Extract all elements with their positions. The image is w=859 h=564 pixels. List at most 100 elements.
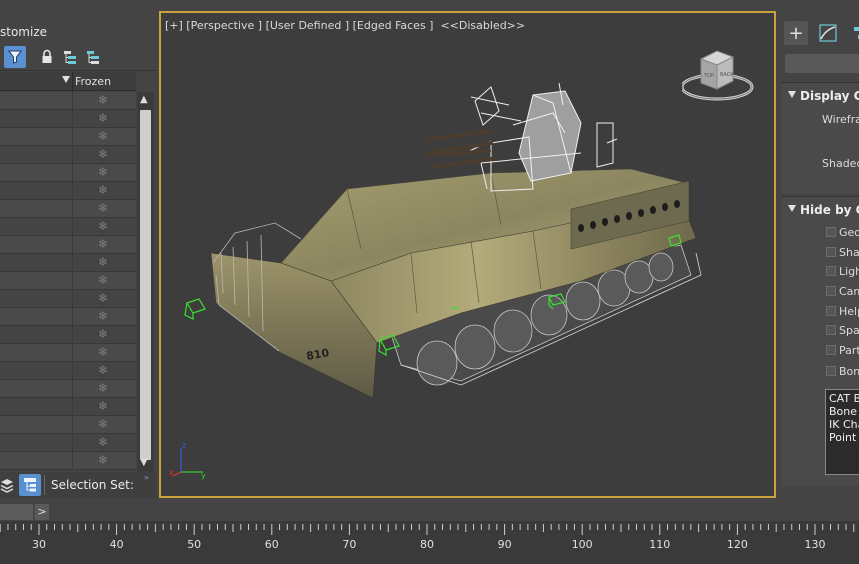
frame-field[interactable] bbox=[0, 504, 33, 520]
hide-cameras-checkbox[interactable]: Cam bbox=[826, 283, 859, 299]
checkbox[interactable] bbox=[826, 306, 836, 316]
table-row[interactable]: ❄ bbox=[0, 110, 136, 128]
layers-icon[interactable] bbox=[0, 476, 14, 494]
frozen-toggle-icon[interactable]: ❄ bbox=[98, 111, 108, 125]
table-row[interactable]: ❄ bbox=[0, 218, 136, 236]
object-name-field[interactable] bbox=[785, 54, 859, 73]
axis-tripod: z x y bbox=[169, 441, 206, 480]
frozen-toggle-icon[interactable]: ❄ bbox=[98, 273, 108, 287]
command-panel-tabs: + bbox=[782, 21, 859, 47]
frozen-toggle-icon[interactable]: ❄ bbox=[98, 219, 108, 233]
modify-icon bbox=[819, 24, 837, 42]
table-row[interactable]: ❄ bbox=[0, 290, 136, 308]
checkbox[interactable] bbox=[826, 345, 836, 355]
frozen-toggle-icon[interactable]: ❄ bbox=[98, 417, 108, 431]
scroll-up-icon[interactable]: ▲ bbox=[140, 94, 148, 105]
scene-explorer-scrollbar[interactable]: ▲ ▼ bbox=[137, 92, 154, 472]
table-row[interactable]: ❄ bbox=[0, 182, 136, 200]
frozen-toggle-icon[interactable]: ❄ bbox=[98, 255, 108, 269]
hide-geometry-checkbox[interactable]: Geor bbox=[826, 224, 859, 240]
frozen-toggle-icon[interactable]: ❄ bbox=[98, 345, 108, 359]
checkbox[interactable] bbox=[826, 266, 836, 276]
table-row[interactable]: ❄ bbox=[0, 146, 136, 164]
scroll-thumb[interactable] bbox=[140, 110, 151, 460]
menu-customize[interactable]: stomize bbox=[0, 25, 47, 39]
checkbox[interactable] bbox=[826, 227, 836, 237]
frozen-toggle-icon[interactable]: ❄ bbox=[98, 381, 108, 395]
frozen-toggle-icon[interactable]: ❄ bbox=[98, 147, 108, 161]
table-row[interactable]: ❄ bbox=[0, 92, 136, 110]
table-row[interactable]: ❄ bbox=[0, 200, 136, 218]
table-row[interactable]: ❄ bbox=[0, 344, 136, 362]
table-row[interactable]: ❄ bbox=[0, 272, 136, 290]
table-row[interactable]: ❄ bbox=[0, 326, 136, 344]
hide-particles-checkbox[interactable]: Part bbox=[826, 342, 859, 358]
column-frozen-label[interactable]: Frozen bbox=[75, 75, 111, 88]
sort-by-hierarchy-button[interactable] bbox=[19, 474, 41, 496]
column-header[interactable]: Frozen bbox=[0, 72, 136, 91]
column-divider bbox=[72, 308, 73, 326]
filter-button[interactable] bbox=[4, 46, 26, 68]
collapse-arrow-icon bbox=[788, 91, 796, 98]
timeline-tick-label: 50 bbox=[187, 538, 202, 551]
table-row[interactable]: ❄ bbox=[0, 434, 136, 452]
table-row[interactable]: ❄ bbox=[0, 236, 136, 254]
frozen-toggle-icon[interactable]: ❄ bbox=[98, 399, 108, 413]
display-color-rollout-title[interactable]: Display Co bbox=[788, 89, 859, 103]
scroll-down-icon[interactable]: ▼ bbox=[140, 457, 148, 468]
hierarchy-select-button[interactable] bbox=[59, 46, 81, 68]
table-row[interactable]: ❄ bbox=[0, 164, 136, 182]
plus-icon[interactable]: + bbox=[784, 21, 808, 45]
checkbox[interactable] bbox=[826, 286, 836, 296]
category-list-box[interactable]: CAT B Bone IK Cha Point bbox=[825, 389, 859, 475]
frozen-toggle-icon[interactable]: ❄ bbox=[98, 435, 108, 449]
table-row[interactable]: ❄ bbox=[0, 380, 136, 398]
list-item[interactable]: CAT B bbox=[829, 392, 859, 405]
expand-chevron-icon[interactable]: » bbox=[144, 473, 149, 482]
table-row[interactable]: ❄ bbox=[0, 416, 136, 434]
table-row[interactable]: ❄ bbox=[0, 128, 136, 146]
hide-by-category-rollout-title[interactable]: Hide by Ca bbox=[788, 203, 859, 217]
next-frame-button[interactable]: > bbox=[35, 504, 49, 520]
hierarchy-children-button[interactable] bbox=[82, 46, 104, 68]
checkbox[interactable] bbox=[826, 247, 836, 257]
frozen-toggle-icon[interactable]: ❄ bbox=[98, 453, 108, 467]
hide-spacewarps-checkbox[interactable]: Spac bbox=[826, 322, 859, 338]
viewcube[interactable]: TOP BACK bbox=[682, 43, 756, 105]
list-item[interactable]: Bone bbox=[829, 405, 859, 418]
hide-helpers-checkbox[interactable]: Help bbox=[826, 303, 859, 319]
column-divider bbox=[72, 254, 73, 272]
frozen-toggle-icon[interactable]: ❄ bbox=[98, 183, 108, 197]
checkbox[interactable] bbox=[826, 366, 836, 376]
frozen-toggle-icon[interactable]: ❄ bbox=[98, 237, 108, 251]
frozen-toggle-icon[interactable]: ❄ bbox=[98, 93, 108, 107]
table-row[interactable]: ❄ bbox=[0, 452, 136, 470]
hide-shapes-checkbox[interactable]: Shap bbox=[826, 244, 859, 260]
timeline-tick-label: 90 bbox=[497, 538, 512, 551]
column-divider bbox=[72, 380, 73, 398]
table-row[interactable]: ❄ bbox=[0, 362, 136, 380]
frozen-toggle-icon[interactable]: ❄ bbox=[98, 201, 108, 215]
column-divider bbox=[72, 290, 73, 308]
list-item[interactable]: Point bbox=[829, 431, 859, 444]
frozen-toggle-icon[interactable]: ❄ bbox=[98, 309, 108, 323]
checkbox[interactable] bbox=[826, 325, 836, 335]
frozen-toggle-icon[interactable]: ❄ bbox=[98, 327, 108, 341]
hide-bones-checkbox[interactable]: Bone bbox=[826, 363, 859, 379]
lock-button[interactable] bbox=[36, 46, 58, 68]
list-item[interactable]: IK Cha bbox=[829, 418, 859, 431]
timeline-ruler[interactable]: 30 40 50 60 70 80 90 100 110 120 130 bbox=[0, 521, 859, 564]
table-row[interactable]: ❄ bbox=[0, 254, 136, 272]
hide-by-category-rollout: Hide by Ca Geor Shap Ligh Cam Help Spac … bbox=[782, 196, 859, 486]
hierarchy-tab[interactable] bbox=[848, 21, 859, 45]
frozen-toggle-icon[interactable]: ❄ bbox=[98, 363, 108, 377]
time-slider[interactable]: > bbox=[0, 503, 859, 521]
frozen-toggle-icon[interactable]: ❄ bbox=[98, 165, 108, 179]
modify-tab[interactable] bbox=[816, 21, 840, 45]
table-row[interactable]: ❄ bbox=[0, 398, 136, 416]
perspective-viewport[interactable]: [+] [Perspective ] [User Defined ] [Edge… bbox=[159, 11, 776, 498]
table-row[interactable]: ❄ bbox=[0, 308, 136, 326]
frozen-toggle-icon[interactable]: ❄ bbox=[98, 129, 108, 143]
frozen-toggle-icon[interactable]: ❄ bbox=[98, 291, 108, 305]
hide-lights-checkbox[interactable]: Ligh bbox=[826, 263, 859, 279]
